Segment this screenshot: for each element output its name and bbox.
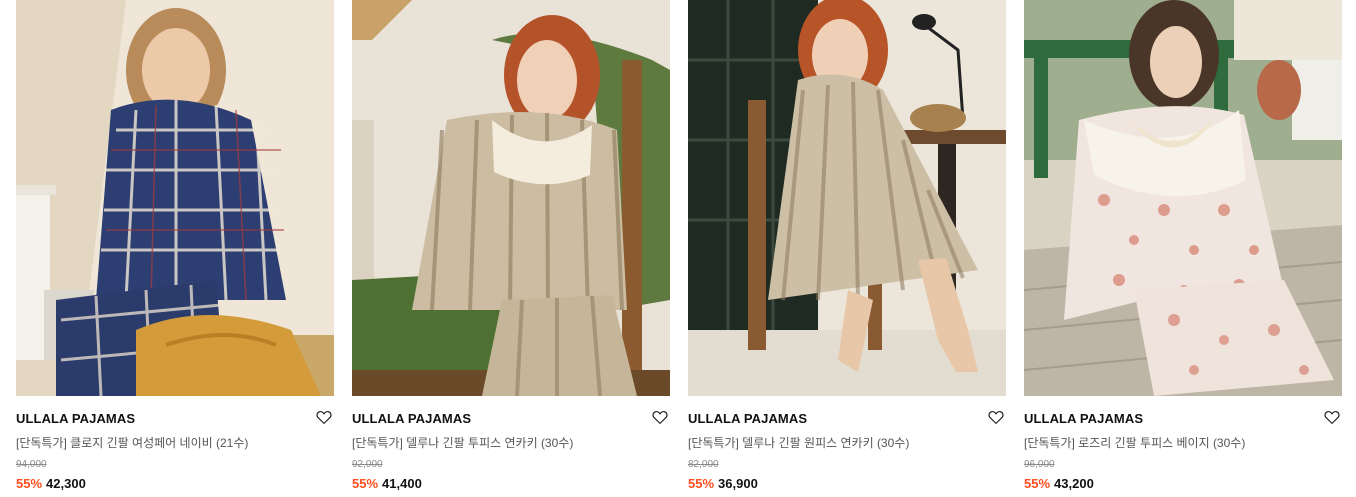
- discount-rate: 55%: [352, 476, 379, 491]
- discount-rate: 55%: [1024, 476, 1051, 491]
- product-title[interactable]: [단독특가] 로즈리 긴팔 투피스 베이지 (30수): [1024, 434, 1245, 451]
- original-price: 82,000: [688, 459, 719, 470]
- brand-name[interactable]: ULLALA PAJAMAS: [16, 411, 135, 426]
- original-price: 92,000: [352, 459, 383, 470]
- product-card[interactable]: ULLALA PAJAMAS [단독특가] 로즈리 긴팔 투피스 베이지 (30…: [1024, 0, 1342, 497]
- sale-price: 42,300: [46, 476, 86, 491]
- brand-name[interactable]: ULLALA PAJAMAS: [688, 411, 807, 426]
- price-line: 55% 41,400: [352, 476, 422, 491]
- product-photo-navy-plaid: [16, 0, 334, 396]
- product-image[interactable]: [1024, 0, 1342, 396]
- sale-price: 43,200: [1054, 476, 1094, 491]
- product-title[interactable]: [단독특가] 델루나 긴팔 원피스 연카키 (30수): [688, 434, 909, 451]
- price-line: 55% 43,200: [1024, 476, 1094, 491]
- product-image[interactable]: [352, 0, 670, 396]
- product-photo-stripe-two-piece: [352, 0, 670, 396]
- sale-price: 36,900: [718, 476, 758, 491]
- product-card[interactable]: ULLALA PAJAMAS [단독특가] 델루나 긴팔 투피스 연카키 (30…: [352, 0, 670, 497]
- discount-rate: 55%: [688, 476, 715, 491]
- product-title[interactable]: [단독특가] 클로지 긴팔 여성페어 네이비 (21수): [16, 434, 248, 451]
- price-line: 55% 42,300: [16, 476, 86, 491]
- discount-rate: 55%: [16, 476, 43, 491]
- product-title[interactable]: [단독특가] 델루나 긴팔 투피스 연카키 (30수): [352, 434, 573, 451]
- product-photo-stripe-dress: [688, 0, 1006, 396]
- brand-name[interactable]: ULLALA PAJAMAS: [352, 411, 471, 426]
- heart-outline-icon[interactable]: [315, 408, 333, 426]
- product-image[interactable]: [16, 0, 334, 396]
- heart-outline-icon[interactable]: [651, 408, 669, 426]
- original-price: 96,000: [1024, 459, 1055, 470]
- product-card[interactable]: ULLALA PAJAMAS [단독특가] 클로지 긴팔 여성페어 네이비 (2…: [16, 0, 334, 497]
- product-photo-floral-two-piece: [1024, 0, 1342, 396]
- price-line: 55% 36,900: [688, 476, 758, 491]
- product-card[interactable]: ULLALA PAJAMAS [단독특가] 델루나 긴팔 원피스 연카키 (30…: [688, 0, 1006, 497]
- heart-outline-icon[interactable]: [1323, 408, 1341, 426]
- product-image[interactable]: [688, 0, 1006, 396]
- heart-outline-icon[interactable]: [987, 408, 1005, 426]
- sale-price: 41,400: [382, 476, 422, 491]
- brand-name[interactable]: ULLALA PAJAMAS: [1024, 411, 1143, 426]
- original-price: 94,000: [16, 459, 47, 470]
